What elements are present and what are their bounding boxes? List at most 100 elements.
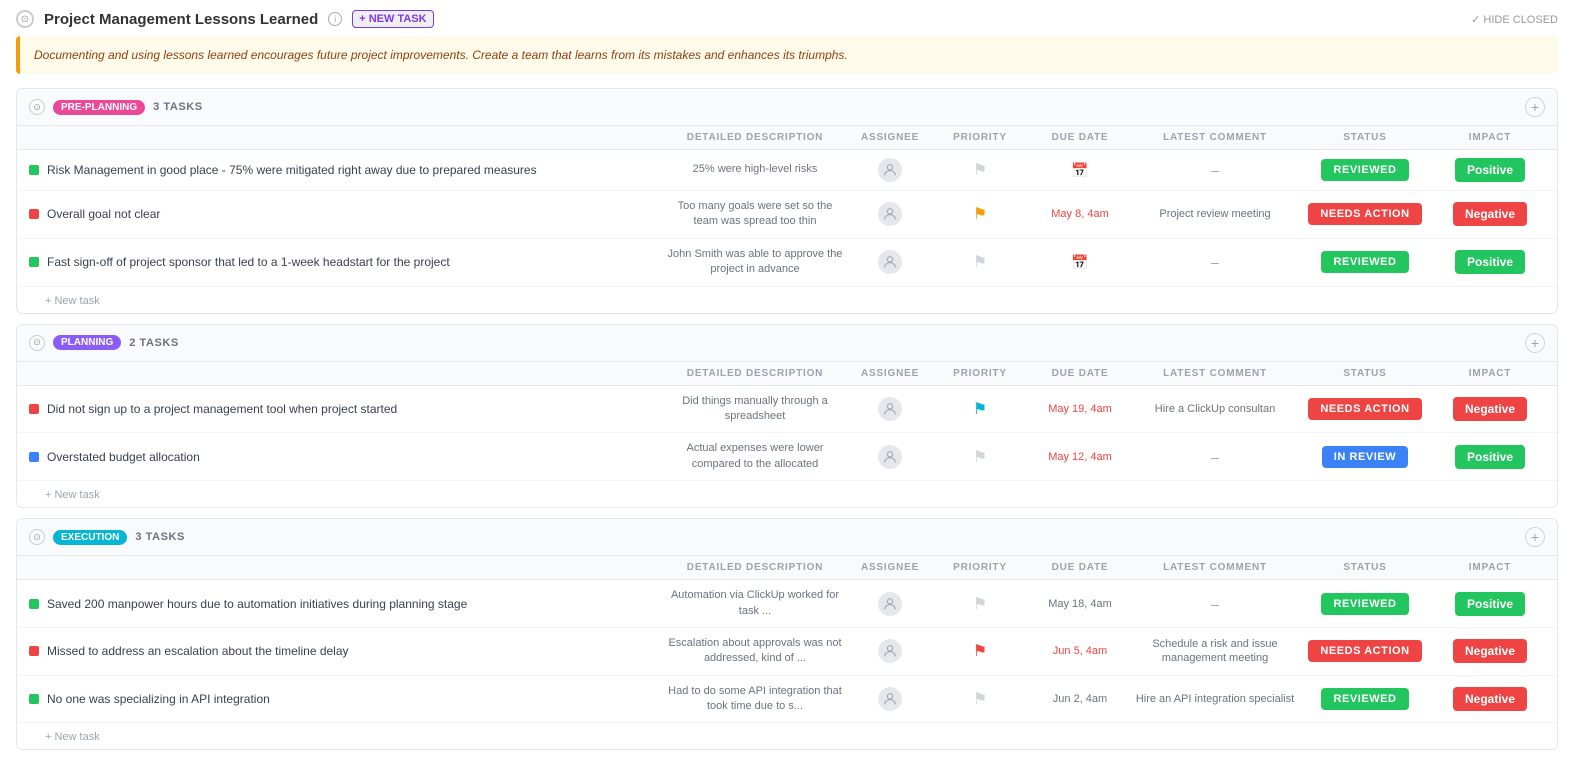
section-collapse-execution[interactable]: ⊙ bbox=[29, 529, 45, 545]
add-section-button-pre-planning[interactable]: + bbox=[1525, 97, 1545, 117]
task-status-cell[interactable]: REVIEWED bbox=[1295, 159, 1435, 181]
task-assignee-avatar bbox=[878, 687, 902, 711]
task-status-cell[interactable]: REVIEWED bbox=[1295, 688, 1435, 710]
task-assignee-cell bbox=[845, 158, 935, 182]
task-status-button[interactable]: NEEDS ACTION bbox=[1308, 398, 1421, 420]
task-row: No one was specializing in API integrati… bbox=[17, 676, 1557, 724]
task-impact-cell[interactable]: Negative bbox=[1435, 687, 1545, 711]
task-impact-button[interactable]: Negative bbox=[1453, 202, 1527, 226]
page-header: ⊙ Project Management Lessons Learned i +… bbox=[16, 10, 1558, 28]
task-impact-cell[interactable]: Positive bbox=[1435, 592, 1545, 616]
section-collapse-planning[interactable]: ⊙ bbox=[29, 335, 45, 351]
task-status-cell[interactable]: NEEDS ACTION bbox=[1295, 398, 1435, 420]
task-status-button[interactable]: NEEDS ACTION bbox=[1308, 640, 1421, 662]
task-impact-button[interactable]: Positive bbox=[1455, 158, 1525, 182]
col-latest-comment: LATEST COMMENT bbox=[1135, 132, 1295, 143]
task-impact-button[interactable]: Negative bbox=[1453, 397, 1527, 421]
task-priority-cell: ⚑ bbox=[935, 447, 1025, 467]
hide-closed-button[interactable]: ✓ HIDE CLOSED bbox=[1471, 13, 1558, 26]
task-name-cell: Fast sign-off of project sponsor that le… bbox=[29, 255, 665, 269]
add-section-button-planning[interactable]: + bbox=[1525, 333, 1545, 353]
task-impact-cell[interactable]: Negative bbox=[1435, 202, 1545, 226]
task-assignee-avatar bbox=[878, 445, 902, 469]
section-task-count-planning: 2 TASKS bbox=[129, 337, 179, 349]
add-task-link-pre-planning[interactable]: + New task bbox=[45, 295, 100, 307]
task-dot bbox=[29, 694, 39, 704]
task-status-cell[interactable]: REVIEWED bbox=[1295, 593, 1435, 615]
new-task-button[interactable]: + NEW TASK bbox=[352, 10, 433, 28]
task-desc-cell: Too many goals were set so the team was … bbox=[665, 199, 845, 230]
task-impact-button[interactable]: Positive bbox=[1455, 445, 1525, 469]
task-status-button[interactable]: NEEDS ACTION bbox=[1308, 203, 1421, 225]
task-comment-text: Hire a ClickUp consultan bbox=[1155, 402, 1275, 416]
col-impact: IMPACT bbox=[1435, 562, 1545, 573]
task-status-button[interactable]: REVIEWED bbox=[1321, 251, 1408, 273]
task-desc-cell: Escalation about approvals was not addre… bbox=[665, 636, 845, 667]
add-task-link-execution[interactable]: + New task bbox=[45, 731, 100, 743]
task-impact-cell[interactable]: Positive bbox=[1435, 250, 1545, 274]
section-collapse-pre-planning[interactable]: ⊙ bbox=[29, 99, 45, 115]
task-desc-text: Did things manually through a spreadshee… bbox=[665, 394, 845, 425]
task-desc-text: Actual expenses were lower compared to t… bbox=[665, 441, 845, 472]
task-impact-button[interactable]: Positive bbox=[1455, 592, 1525, 616]
col-assignee: ASSIGNEE bbox=[845, 562, 935, 573]
col-due-date: DUE DATE bbox=[1025, 562, 1135, 573]
task-status-cell[interactable]: IN REVIEW bbox=[1295, 446, 1435, 468]
notice-banner: Documenting and using lessons learned en… bbox=[16, 36, 1558, 74]
task-impact-button[interactable]: Positive bbox=[1455, 250, 1525, 274]
task-dot bbox=[29, 209, 39, 219]
task-status-button[interactable]: REVIEWED bbox=[1321, 159, 1408, 181]
task-name-text: Fast sign-off of project sponsor that le… bbox=[47, 255, 450, 269]
section-pre-planning: ⊙ PRE-PLANNING 3 TASKS + DETAILED DESCRI… bbox=[16, 88, 1558, 314]
task-desc-text: Too many goals were set so the team was … bbox=[665, 199, 845, 230]
collapse-page-icon[interactable]: ⊙ bbox=[16, 10, 34, 28]
col-desc: DETAILED DESCRIPTION bbox=[665, 562, 845, 573]
task-due-date-cell: Jun 2, 4am bbox=[1025, 693, 1135, 705]
task-impact-button[interactable]: Negative bbox=[1453, 687, 1527, 711]
col-priority: PRIORITY bbox=[935, 132, 1025, 143]
task-status-button[interactable]: REVIEWED bbox=[1321, 593, 1408, 615]
task-status-cell[interactable]: NEEDS ACTION bbox=[1295, 640, 1435, 662]
task-desc-cell: Actual expenses were lower compared to t… bbox=[665, 441, 845, 472]
task-priority-cell: ⚑ bbox=[935, 204, 1025, 224]
task-impact-cell[interactable]: Negative bbox=[1435, 397, 1545, 421]
section-header-execution: ⊙ EXECUTION 3 TASKS + bbox=[17, 519, 1557, 556]
section-badge-pre-planning: PRE-PLANNING bbox=[53, 100, 145, 115]
task-due-date-cell: May 19, 4am bbox=[1025, 403, 1135, 415]
task-desc-text: 25% were high-level risks bbox=[693, 162, 818, 177]
task-impact-cell[interactable]: Positive bbox=[1435, 158, 1545, 182]
info-icon[interactable]: i bbox=[328, 12, 342, 26]
task-comment-text: Schedule a risk and issue management mee… bbox=[1135, 637, 1295, 666]
task-status-cell[interactable]: NEEDS ACTION bbox=[1295, 203, 1435, 225]
task-desc-text: John Smith was able to approve the proje… bbox=[665, 247, 845, 278]
add-section-button-execution[interactable]: + bbox=[1525, 527, 1545, 547]
task-comment-cell: – bbox=[1135, 162, 1295, 178]
col-desc: DETAILED DESCRIPTION bbox=[665, 132, 845, 143]
task-comment-text: Hire an API integration specialist bbox=[1136, 692, 1294, 706]
task-comment-cell: – bbox=[1135, 254, 1295, 270]
task-status-button[interactable]: IN REVIEW bbox=[1322, 446, 1408, 468]
hide-closed-label: ✓ HIDE CLOSED bbox=[1471, 13, 1558, 26]
task-comment-cell: Schedule a risk and issue management mee… bbox=[1135, 637, 1295, 666]
task-status-button[interactable]: REVIEWED bbox=[1321, 688, 1408, 710]
col-latest-comment: LATEST COMMENT bbox=[1135, 368, 1295, 379]
task-assignee-avatar bbox=[878, 397, 902, 421]
col-headers-execution: DETAILED DESCRIPTION ASSIGNEE PRIORITY D… bbox=[17, 556, 1557, 580]
page-title: Project Management Lessons Learned bbox=[44, 11, 318, 28]
task-assignee-avatar bbox=[878, 158, 902, 182]
sections-container: ⊙ PRE-PLANNING 3 TASKS + DETAILED DESCRI… bbox=[16, 88, 1558, 750]
task-row: Did not sign up to a project management … bbox=[17, 386, 1557, 434]
task-status-cell[interactable]: REVIEWED bbox=[1295, 251, 1435, 273]
task-dot bbox=[29, 404, 39, 414]
task-assignee-cell bbox=[845, 592, 935, 616]
task-row: Overall goal not clear Too many goals we… bbox=[17, 191, 1557, 239]
add-task-link-planning[interactable]: + New task bbox=[45, 489, 100, 501]
task-desc-text: Had to do some API integration that took… bbox=[665, 684, 845, 715]
task-name-text: Risk Management in good place - 75% were… bbox=[47, 163, 537, 177]
task-dot bbox=[29, 165, 39, 175]
task-impact-cell[interactable]: Positive bbox=[1435, 445, 1545, 469]
section-footer-pre-planning: + New task bbox=[17, 287, 1557, 313]
col-impact: IMPACT bbox=[1435, 132, 1545, 143]
task-name-cell: Overstated budget allocation bbox=[29, 450, 665, 464]
task-due-date-cell: 📅 bbox=[1025, 162, 1135, 179]
